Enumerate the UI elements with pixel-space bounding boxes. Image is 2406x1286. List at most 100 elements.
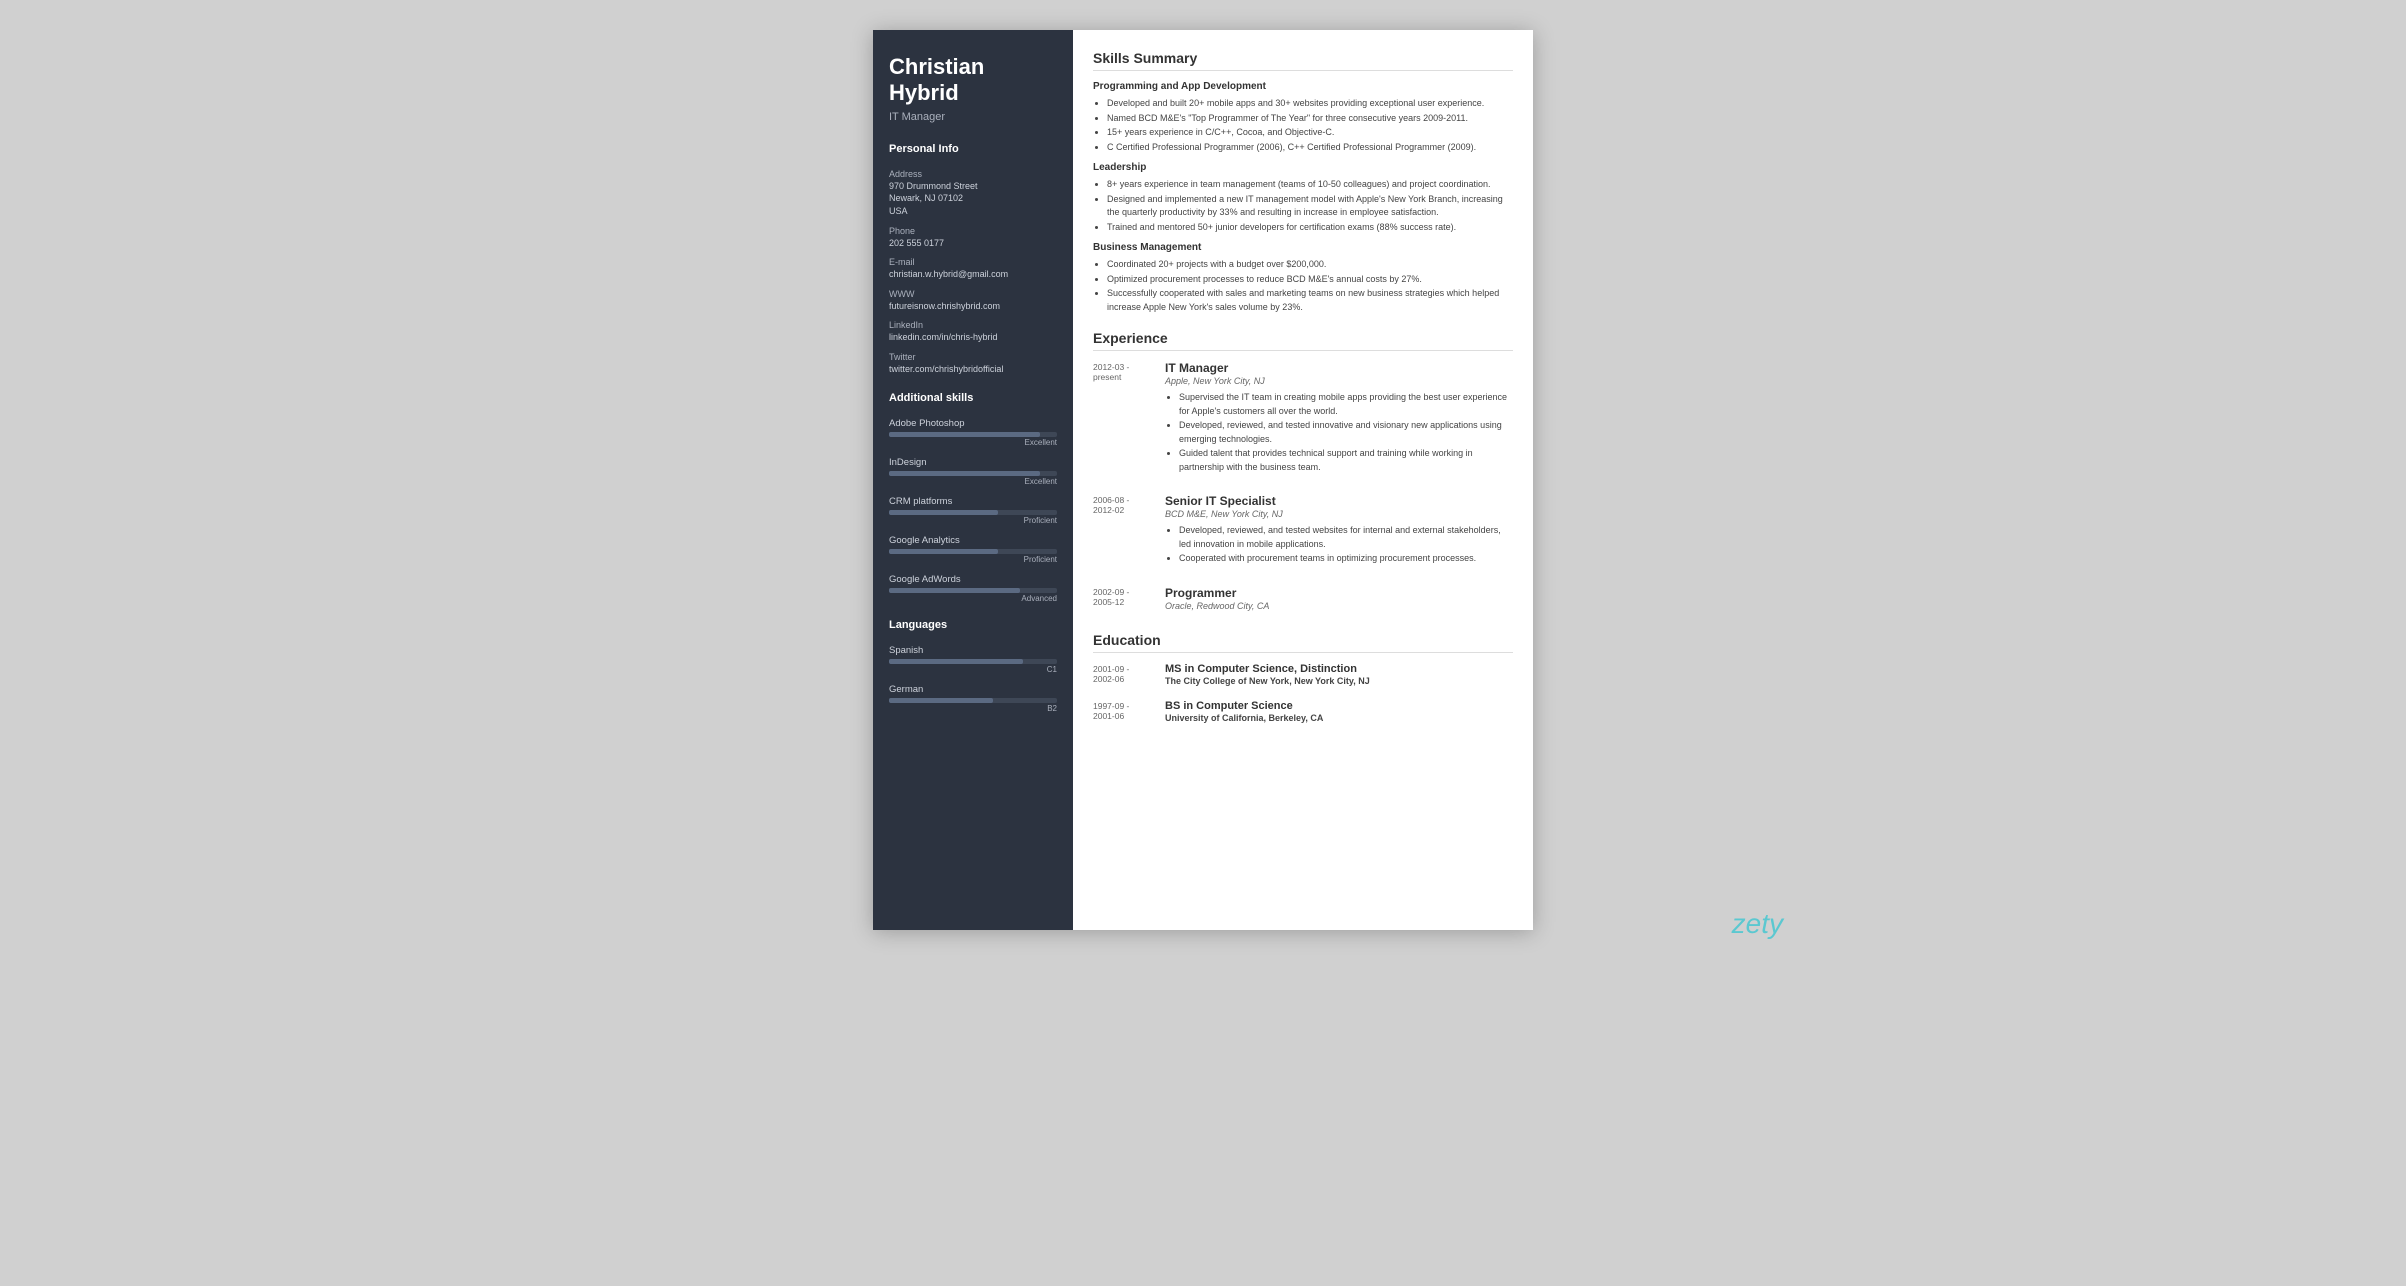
language-bar-fill [889,698,993,703]
edu-date: 1997-09 -2001-06 [1093,700,1165,723]
main-content: Skills Summary Programming and App Devel… [1073,30,1533,930]
language-level: B2 [889,704,1057,713]
exp-bullets: Supervised the IT team in creating mobil… [1165,391,1513,474]
education-section: Education 2001-09 -2002-06 MS in Compute… [1093,632,1513,723]
exp-company: BCD M&E, New York City, NJ [1165,509,1513,519]
edu-degree: BS in Computer Science [1165,700,1513,712]
exp-job-title: IT Manager [1165,361,1513,375]
list-item: Successfully cooperated with sales and m… [1107,287,1513,314]
language-item: Spanish C1 [889,645,1057,674]
skill-label: Google AdWords [889,574,1057,585]
skill-label: InDesign [889,457,1057,468]
edu-school: The City College of New York, New York C… [1165,676,1513,686]
personal-info-heading: Personal Info [889,143,1057,159]
name-line2: Hybrid [889,80,959,105]
skill-label: Google Analytics [889,535,1057,546]
experience-entry: 2002-09 -2005-12 Programmer Oracle, Redw… [1093,586,1513,616]
skill-item: Google Analytics Proficient [889,535,1057,564]
skill-label: Adobe Photoshop [889,418,1057,429]
skill-item: Adobe Photoshop Excellent [889,418,1057,447]
edu-content: BS in Computer Science University of Cal… [1165,700,1513,723]
exp-company: Oracle, Redwood City, CA [1165,601,1513,611]
linkedin-value: linkedin.com/in/chris-hybrid [889,331,1057,344]
education-entry: 1997-09 -2001-06 BS in Computer Science … [1093,700,1513,723]
leadership-bullets-list: 8+ years experience in team management (… [1093,178,1513,234]
language-label: Spanish [889,645,1057,656]
language-bar-fill [889,659,1023,664]
exp-content: Programmer Oracle, Redwood City, CA [1165,586,1513,616]
skill-bar-bg [889,471,1057,476]
skill-bar-bg [889,549,1057,554]
exp-job-title: Senior IT Specialist [1165,494,1513,508]
exp-content: IT Manager Apple, New York City, NJ Supe… [1165,361,1513,480]
linkedin-label: LinkedIn [889,320,1057,330]
list-item: Named BCD M&E's "Top Programmer of The Y… [1107,112,1513,126]
skill-bar-bg [889,510,1057,515]
list-item: Supervised the IT team in creating mobil… [1179,391,1513,418]
phone-label: Phone [889,226,1057,236]
skill-level: Proficient [889,516,1057,525]
skill-item: Google AdWords Advanced [889,574,1057,603]
skill-label: CRM platforms [889,496,1057,507]
list-item: 15+ years experience in C/C++, Cocoa, an… [1107,126,1513,140]
list-item: Trained and mentored 50+ junior develope… [1107,221,1513,235]
email-value: christian.w.hybrid@gmail.com [889,268,1057,281]
experience-entry: 2006-08 -2012-02 Senior IT Specialist BC… [1093,494,1513,572]
skills-summary-title: Skills Summary [1093,50,1513,71]
language-label: German [889,684,1057,695]
language-item: German B2 [889,684,1057,713]
list-item: Coordinated 20+ projects with a budget o… [1107,258,1513,272]
skill-bar-fill [889,471,1040,476]
experience-title: Experience [1093,330,1513,351]
list-item: Designed and implemented a new IT manage… [1107,193,1513,220]
additional-skills-heading: Additional skills [889,392,1057,408]
www-label: WWW [889,289,1057,299]
twitter-value: twitter.com/chrishybridofficial [889,363,1057,376]
skills-summary-section: Skills Summary Programming and App Devel… [1093,50,1513,314]
edu-date: 2001-09 -2002-06 [1093,663,1165,686]
address-label: Address [889,169,1057,179]
exp-company: Apple, New York City, NJ [1165,376,1513,386]
edu-degree: MS in Computer Science, Distinction [1165,663,1513,675]
exp-content: Senior IT Specialist BCD M&E, New York C… [1165,494,1513,572]
list-item: Cooperated with procurement teams in opt… [1179,552,1513,566]
skill-bar-fill [889,432,1040,437]
list-item: Developed, reviewed, and tested websites… [1179,524,1513,551]
skill-level: Advanced [889,594,1057,603]
business-bullets-list: Coordinated 20+ projects with a budget o… [1093,258,1513,314]
skill-level: Excellent [889,477,1057,486]
prog-bullets-list: Developed and built 20+ mobile apps and … [1093,97,1513,154]
candidate-name: Christian Hybrid [889,54,1057,107]
exp-date: 2002-09 -2005-12 [1093,586,1165,616]
skill-bar-fill [889,588,1020,593]
skill-item: CRM platforms Proficient [889,496,1057,525]
exp-bullets: Developed, reviewed, and tested websites… [1165,524,1513,566]
twitter-label: Twitter [889,352,1057,362]
experience-entry: 2012-03 -present IT Manager Apple, New Y… [1093,361,1513,480]
candidate-title: IT Manager [889,111,1057,123]
list-item: 8+ years experience in team management (… [1107,178,1513,192]
sidebar: Christian Hybrid IT Manager Personal Inf… [873,30,1073,930]
list-item: C Certified Professional Programmer (200… [1107,141,1513,155]
exp-date: 2012-03 -present [1093,361,1165,480]
list-item: Developed and built 20+ mobile apps and … [1107,97,1513,111]
edu-content: MS in Computer Science, Distinction The … [1165,663,1513,686]
skills-container: Adobe Photoshop Excellent InDesign Excel… [889,418,1057,603]
experience-section: Experience 2012-03 -present IT Manager A… [1093,330,1513,616]
languages-heading: Languages [889,619,1057,635]
list-item: Developed, reviewed, and tested innovati… [1179,419,1513,446]
skill-level: Proficient [889,555,1057,564]
languages-container: Spanish C1 German B2 [889,645,1057,713]
name-line1: Christian [889,54,984,79]
skill-item: InDesign Excellent [889,457,1057,486]
experience-container: 2012-03 -present IT Manager Apple, New Y… [1093,361,1513,616]
language-level: C1 [889,665,1057,674]
address-value: 970 Drummond StreetNewark, NJ 07102USA [889,180,1057,218]
skill-level: Excellent [889,438,1057,447]
exp-date: 2006-08 -2012-02 [1093,494,1165,572]
prog-subsection-title: Programming and App Development [1093,81,1513,92]
edu-school: University of California, Berkeley, CA [1165,713,1513,723]
education-entry: 2001-09 -2002-06 MS in Computer Science,… [1093,663,1513,686]
zety-watermark: zety [1732,908,1783,940]
business-subsection-title: Business Management [1093,242,1513,253]
